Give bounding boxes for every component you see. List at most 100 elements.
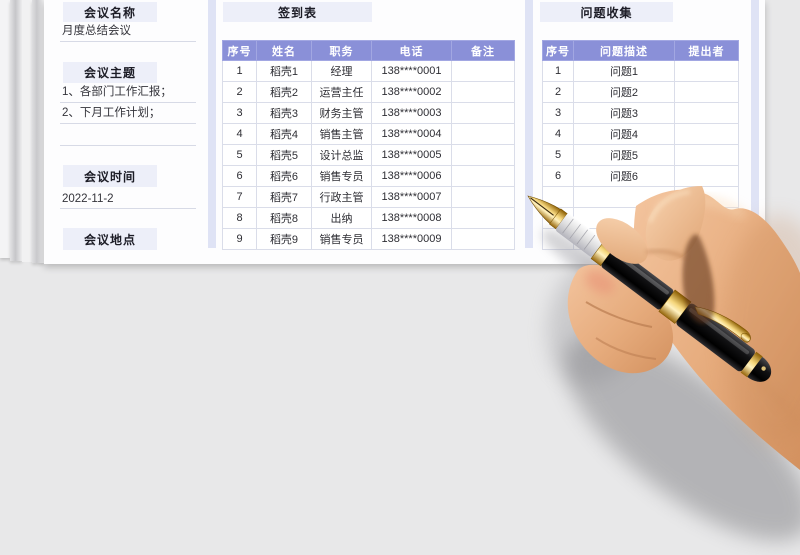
signin-table: 序号 姓名 职务 电话 备注 1 稻壳1 经理 138****0001 2 稻壳2 运营主任 138**…	[222, 40, 515, 250]
table-cell	[573, 186, 675, 208]
table-row	[542, 186, 739, 208]
table-cell	[674, 228, 739, 250]
table-cell: 问题3	[573, 102, 675, 124]
table-cell: 8	[222, 207, 257, 229]
pen-finial-ring	[740, 351, 763, 378]
table-cell: 138****0004	[371, 123, 452, 145]
table-cell: 138****0005	[371, 144, 452, 166]
table-row: 1 稻壳1 经理 138****0001	[222, 60, 515, 82]
table-cell	[451, 165, 515, 187]
meeting-time-value: 2022-11-2	[60, 187, 196, 209]
table-cell	[674, 165, 739, 187]
table-cell: 稻壳9	[256, 228, 312, 250]
signin-panel: 签到表 序号 姓名 职务 电话 备注 1 稻壳1 经理 138****0001 2 稻壳2 运营主任 1…	[222, 0, 515, 264]
table-row: 1 问题1	[542, 60, 739, 82]
table-cell: 1	[542, 60, 574, 82]
finger-pressure-tint	[585, 270, 615, 294]
column-divider	[751, 0, 759, 248]
table-row: 3 问题3	[542, 102, 739, 124]
table-row	[542, 207, 739, 229]
table-cell	[451, 81, 515, 103]
column-header: 提出者	[674, 40, 739, 61]
table-cell: 6	[222, 165, 257, 187]
finger-crease	[585, 301, 653, 328]
table-cell: 稻壳3	[256, 102, 312, 124]
table-cell	[674, 102, 739, 124]
table-cell	[573, 228, 675, 250]
table-cell: 3	[222, 102, 257, 124]
table-cell: 1	[222, 60, 257, 82]
meeting-topic-line	[60, 124, 196, 146]
column-header: 电话	[371, 40, 452, 61]
table-cell	[451, 102, 515, 124]
meeting-name-value: 月度总结会议	[60, 22, 196, 42]
table-cell: 2	[542, 81, 574, 103]
table-cell: 销售专员	[311, 228, 372, 250]
table-row: 9 稻壳9 销售专员 138****0009	[222, 228, 515, 250]
table-cell: 138****0009	[371, 228, 452, 250]
table-cell	[674, 144, 739, 166]
pen-cap	[676, 303, 755, 372]
table-cell	[674, 207, 739, 229]
stacked-page-edge	[10, 0, 22, 261]
finger-crease	[595, 337, 657, 360]
table-cell: 稻壳4	[256, 123, 312, 145]
spreadsheet-sheet: 会议名称 月度总结会议 会议主题 1、各部门工作汇报； 2、下月工作计划； 会议…	[44, 0, 765, 264]
table-cell: 4	[542, 123, 574, 145]
table-cell: 经理	[311, 60, 372, 82]
curled-fingers	[567, 264, 674, 374]
meeting-time-title: 会议时间	[63, 165, 157, 187]
column-header: 备注	[451, 40, 515, 61]
table-cell: 5	[222, 144, 257, 166]
column-header: 问题描述	[573, 40, 675, 61]
table-cell: 138****0007	[371, 186, 452, 208]
meeting-name-title: 会议名称	[63, 2, 157, 22]
table-cell: 5	[542, 144, 574, 166]
column-header: 序号	[542, 40, 574, 61]
table-cell: 稻壳8	[256, 207, 312, 229]
table-cell: 问题5	[573, 144, 675, 166]
table-cell: 138****0001	[371, 60, 452, 82]
stacked-page-edge	[32, 0, 44, 263]
table-cell: 问题1	[573, 60, 675, 82]
table-cell: 销售专员	[311, 165, 372, 187]
table-cell: 行政主管	[311, 186, 372, 208]
table-row: 8 稻壳8 出纳 138****0008	[222, 207, 515, 229]
table-cell: 销售主管	[311, 123, 372, 145]
table-row: 4 稻壳4 销售主管 138****0004	[222, 123, 515, 145]
pen-cap-band	[658, 289, 692, 324]
table-row: 3 稻壳3 财务主管 138****0003	[222, 102, 515, 124]
stacked-page-edge	[0, 0, 10, 258]
questions-table: 序号 问题描述 提出者 1 问题1 2 问题2 3 问题3 4 问题4 5 问题5 6 问题6	[542, 40, 739, 250]
stacked-page-edge	[22, 0, 32, 262]
table-cell	[451, 123, 515, 145]
hand-shadow	[541, 229, 800, 542]
table-cell	[674, 60, 739, 82]
table-row: 6 问题6	[542, 165, 739, 187]
table-row: 6 稻壳6 销售专员 138****0006	[222, 165, 515, 187]
pen-finial	[747, 356, 772, 382]
table-cell: 问题4	[573, 123, 675, 145]
column-header: 职务	[311, 40, 372, 61]
pen-finial-glint	[761, 366, 766, 371]
table-cell	[451, 228, 515, 250]
table-row: 2 稻壳2 运营主任 138****0002	[222, 81, 515, 103]
column-header: 姓名	[256, 40, 312, 61]
table-cell	[674, 81, 739, 103]
table-cell: 4	[222, 123, 257, 145]
column-divider	[208, 0, 216, 248]
meeting-topic-title: 会议主题	[63, 62, 157, 83]
template-preview-canvas: { "meeting_info": { "sections": [ { "tit…	[0, 0, 800, 555]
table-cell: 问题2	[573, 81, 675, 103]
pen-clip-ball	[740, 332, 751, 343]
questions-title: 问题收集	[540, 2, 673, 22]
table-cell: 稻壳2	[256, 81, 312, 103]
meeting-topic-line: 1、各部门工作汇报；	[60, 83, 196, 103]
table-cell	[573, 207, 675, 229]
table-row: 5 稻壳5 设计总监 138****0005	[222, 144, 515, 166]
table-cell	[542, 228, 574, 250]
table-row: 5 问题5	[542, 144, 739, 166]
table-cell	[674, 186, 739, 208]
table-cell: 138****0002	[371, 81, 452, 103]
table-cell	[451, 144, 515, 166]
